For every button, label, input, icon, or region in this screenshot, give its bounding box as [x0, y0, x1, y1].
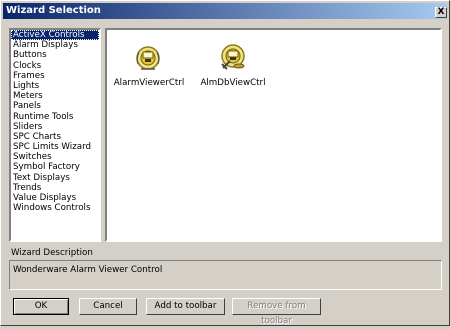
list-item[interactable]: Trends [11, 183, 99, 193]
window-title: Wizard Selection [6, 5, 101, 16]
wizard-description-label: Wizard Description [11, 248, 93, 258]
list-item[interactable]: Switches [11, 152, 99, 162]
list-item[interactable]: Alarm Displays [11, 40, 99, 50]
wizard-icon-pane: AlarmViewerCtrl AlmDbViewCtrl [105, 28, 442, 242]
list-item[interactable]: Value Displays [11, 193, 99, 203]
cancel-button[interactable]: Cancel [79, 298, 137, 315]
wizard-description-text: Wonderware Alarm Viewer Control [13, 265, 163, 275]
wizard-item-alm-db-view[interactable]: AlmDbViewCtrl [193, 42, 273, 88]
list-item[interactable]: Frames [11, 71, 99, 81]
wizard-label: AlmDbViewCtrl [200, 78, 266, 88]
list-item[interactable]: Text Displays [11, 173, 99, 183]
category-list[interactable]: ActiveX Controls Alarm Displays Buttons … [9, 28, 101, 242]
list-item[interactable]: Clocks [11, 61, 99, 71]
list-item[interactable]: Symbol Factory [11, 162, 99, 172]
list-item[interactable]: ActiveX Controls [11, 30, 99, 41]
list-item[interactable]: SPC Charts [11, 132, 99, 142]
remove-from-toolbar-button[interactable]: Remove from toolbar [232, 298, 321, 326]
list-item[interactable]: Sliders [11, 122, 99, 132]
wizard-selection-dialog: Wizard Selection X ActiveX Controls Alar… [0, 0, 450, 326]
close-button[interactable]: X [435, 7, 447, 18]
list-item[interactable]: Windows Controls [11, 203, 99, 213]
list-item[interactable]: Panels [11, 101, 99, 111]
wizard-label: AlarmViewerCtrl [113, 78, 185, 88]
list-item[interactable]: Meters [11, 91, 99, 101]
alarm-db-view-icon [221, 44, 245, 70]
list-item[interactable]: Lights [11, 81, 99, 91]
wizard-item-alarm-viewer[interactable]: AlarmViewerCtrl [109, 42, 189, 88]
list-item[interactable]: SPC Limits Wizard [11, 142, 99, 152]
wizard-description-box: Wonderware Alarm Viewer Control [9, 260, 442, 290]
add-to-toolbar-button[interactable]: Add to toolbar [146, 298, 225, 315]
list-item[interactable]: Buttons [11, 50, 99, 60]
alarm-viewer-icon [136, 46, 160, 70]
title-bar[interactable]: Wizard Selection X [3, 3, 447, 19]
ok-button[interactable]: OK [13, 298, 69, 315]
list-item[interactable]: Runtime Tools [11, 112, 99, 122]
